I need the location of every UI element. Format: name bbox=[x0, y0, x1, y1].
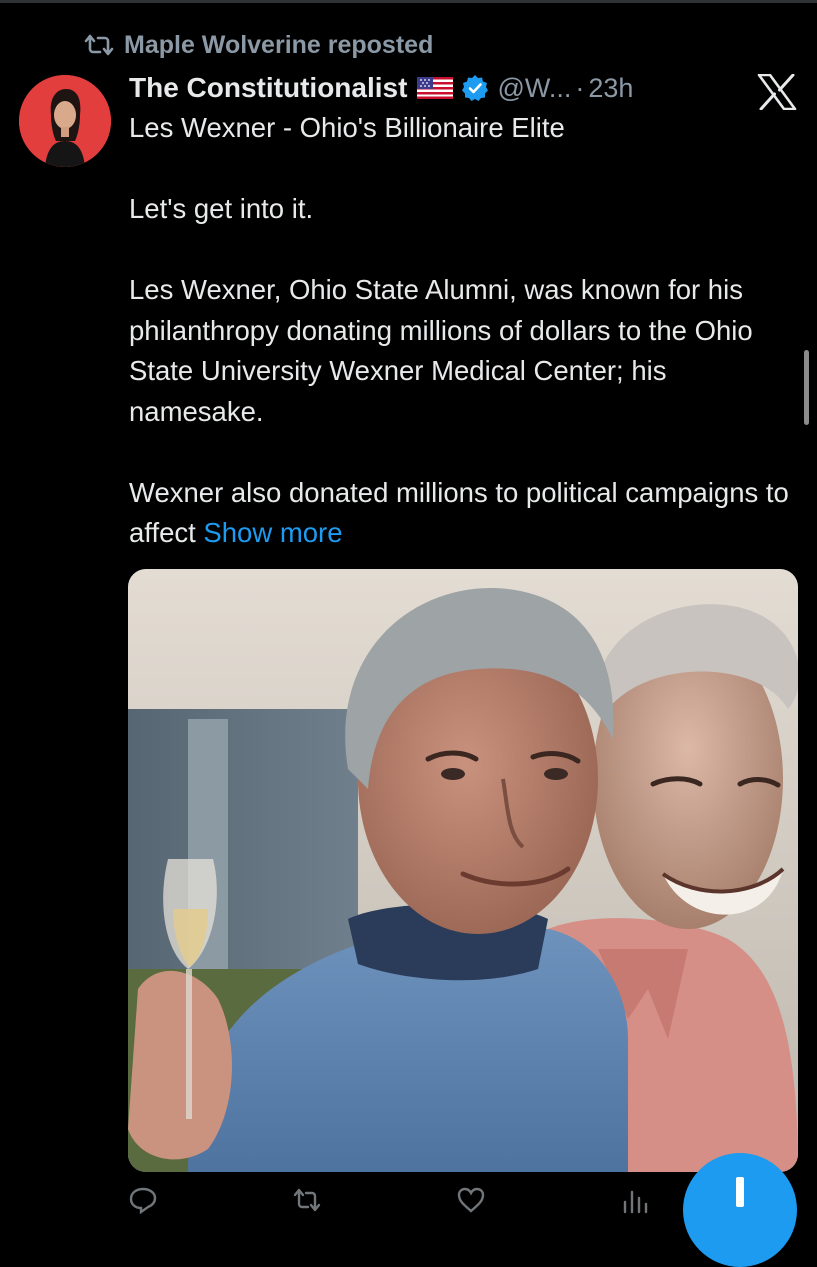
display-name[interactable]: The Constitutionalist bbox=[129, 72, 407, 104]
retweet-button[interactable] bbox=[292, 1186, 328, 1214]
tweet-paragraph: Let's get into it. bbox=[129, 193, 314, 224]
reply-icon bbox=[129, 1187, 157, 1214]
top-divider bbox=[0, 0, 817, 3]
like-icon bbox=[457, 1187, 485, 1213]
repost-icon bbox=[293, 1188, 321, 1212]
x-logo bbox=[757, 74, 797, 110]
reply-button[interactable] bbox=[128, 1186, 164, 1214]
views-icon bbox=[623, 1190, 648, 1214]
action-bar bbox=[128, 1186, 688, 1216]
avatar[interactable] bbox=[19, 75, 111, 167]
repost-icon bbox=[84, 33, 114, 57]
author-header: The Constitutionalist @W... · 23h bbox=[129, 68, 633, 108]
show-more-link[interactable]: Show more bbox=[203, 517, 342, 548]
plus-icon bbox=[736, 1177, 744, 1207]
us-flag-icon bbox=[417, 77, 454, 99]
like-button[interactable] bbox=[456, 1186, 492, 1214]
separator-dot: · bbox=[575, 72, 585, 103]
scrollbar[interactable] bbox=[804, 350, 809, 425]
repost-indicator[interactable]: Maple Wolverine reposted bbox=[84, 30, 433, 60]
tweet-paragraph: Wexner also donated millions to politica… bbox=[129, 473, 799, 554]
compose-button[interactable] bbox=[683, 1153, 797, 1267]
repost-label: Maple Wolverine reposted bbox=[124, 30, 434, 59]
post-time[interactable]: 23h bbox=[588, 73, 633, 104]
tweet-title-line: Les Wexner - Ohio's Billionaire Elite bbox=[129, 112, 565, 143]
tweet-body: Les Wexner - Ohio's Billionaire Elite Le… bbox=[129, 108, 799, 554]
verified-badge-icon[interactable] bbox=[461, 74, 489, 102]
tweet-photo[interactable] bbox=[128, 569, 798, 1172]
views-button[interactable] bbox=[620, 1186, 656, 1214]
author-handle[interactable]: @W... bbox=[497, 73, 571, 104]
tweet-paragraph: Les Wexner, Ohio State Alumni, was known… bbox=[129, 274, 753, 427]
